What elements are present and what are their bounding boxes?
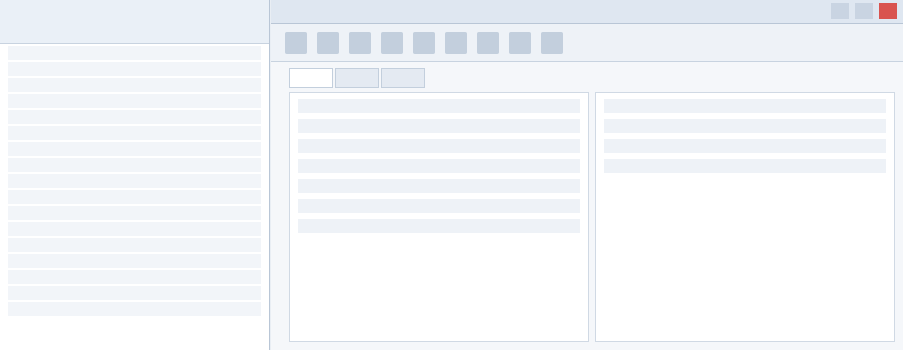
tree-item[interactable] [8,126,261,140]
form-panel-right [595,92,895,342]
form-field[interactable] [298,159,580,173]
toolbar-button[interactable] [349,31,371,54]
tree-item[interactable] [8,238,261,252]
tab-strip [271,68,903,90]
toolbar-button[interactable] [317,31,339,54]
form-field[interactable] [298,99,580,113]
toolbar-button[interactable] [413,31,435,54]
form-field[interactable] [604,159,886,173]
tree-item[interactable] [8,46,261,60]
toolbar [271,24,903,62]
toolbar-button[interactable] [445,31,467,54]
tree-item[interactable] [8,110,261,124]
tree-item[interactable] [8,190,261,204]
tree-item[interactable] [8,254,261,268]
tree-item[interactable] [8,222,261,236]
form-field[interactable] [298,199,580,213]
form-panel-left [289,92,589,342]
tree-item[interactable] [8,174,261,188]
window-titlebar [271,0,903,24]
maximize-button[interactable] [855,3,873,19]
close-button[interactable] [879,3,897,19]
form-field[interactable] [604,119,886,133]
toolbar-button[interactable] [477,31,499,54]
tree-item[interactable] [8,270,261,284]
form-field[interactable] [604,99,886,113]
tree-item[interactable] [8,142,261,156]
form-field[interactable] [298,139,580,153]
tab[interactable] [335,68,379,88]
form-field[interactable] [298,219,580,233]
form-field[interactable] [298,179,580,193]
navigation-header [0,0,269,44]
tree-item[interactable] [8,158,261,172]
toolbar-button[interactable] [509,31,531,54]
tree-item[interactable] [8,78,261,92]
tree-item[interactable] [8,94,261,108]
form-field[interactable] [298,119,580,133]
document-window [271,0,903,350]
tab[interactable] [381,68,425,88]
form-field[interactable] [604,139,886,153]
navigation-pane [0,0,270,350]
window-controls [831,3,897,19]
toolbar-button[interactable] [285,31,307,54]
minimize-button[interactable] [831,3,849,19]
tree-item[interactable] [8,286,261,300]
toolbar-button[interactable] [381,31,403,54]
tab[interactable] [289,68,333,88]
tree-item[interactable] [8,62,261,76]
tree-item[interactable] [8,206,261,220]
toolbar-button[interactable] [541,31,563,54]
tree-item[interactable] [8,302,261,316]
